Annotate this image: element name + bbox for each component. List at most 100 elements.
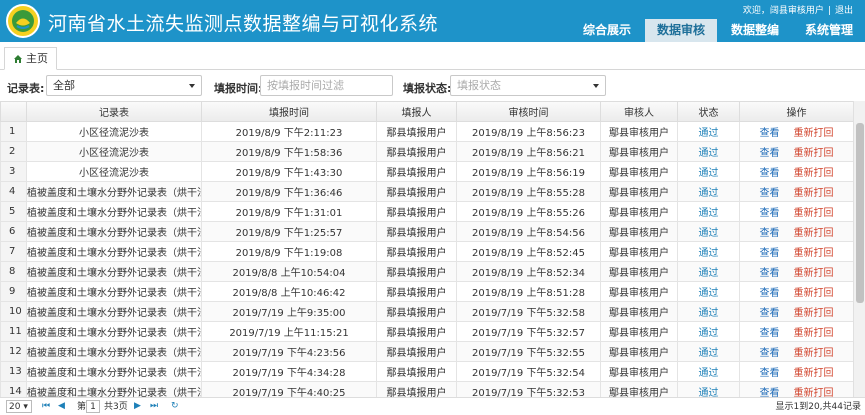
cell-actions: 查看 重新打回 <box>739 160 854 182</box>
last-page-icon[interactable]: ⏭ <box>150 401 158 411</box>
view-button[interactable]: 查看 <box>760 228 780 239</box>
tab-home[interactable]: 主页 <box>4 47 57 70</box>
cell-reviewer: 鄢县审核用户 <box>600 180 678 202</box>
cell-filler: 鄢县填报用户 <box>376 200 457 222</box>
cell-record: 植被盖度和土壤水分野外记录表（烘干法） <box>26 200 202 222</box>
reprint-button[interactable]: 重新打回 <box>794 188 834 199</box>
view-button[interactable]: 查看 <box>760 288 780 299</box>
first-page-icon[interactable]: ⏮ <box>42 401 50 411</box>
reprint-button[interactable]: 重新打回 <box>794 208 834 219</box>
vertical-scrollbar[interactable] <box>853 101 865 397</box>
col-header-filler[interactable]: 填报人 <box>376 102 457 122</box>
view-button[interactable]: 查看 <box>760 248 780 259</box>
exit-link[interactable]: 退出 <box>835 6 853 16</box>
nav-item-system-admin[interactable]: 系统管理 <box>793 19 865 42</box>
table-row[interactable]: 1 小区径流泥沙表 2019/8/9 下午2:11:23 鄢县填报用户 2019/8/1… <box>0 120 854 142</box>
cell-reviewer: 鄢县审核用户 <box>600 220 678 242</box>
fill-status-select[interactable]: 填报状态 <box>450 75 606 96</box>
view-button[interactable]: 查看 <box>760 168 780 179</box>
table-row[interactable]: 5 植被盖度和土壤水分野外记录表（烘干法） 2019/8/9 下午1:31:01 鄢县… <box>0 200 854 222</box>
next-page-icon[interactable]: ▶ <box>134 401 141 411</box>
cell-status: 通过 <box>677 140 740 162</box>
main-nav: 综合展示 数据审核 数据整编 系统管理 <box>569 19 865 42</box>
reprint-button[interactable]: 重新打回 <box>794 308 834 319</box>
prev-page-icon[interactable]: ◀ <box>58 401 65 411</box>
table-body: 1 小区径流泥沙表 2019/8/9 下午2:11:23 鄢县填报用户 2019/8/1… <box>0 120 854 398</box>
status-badge: 通过 <box>698 347 719 359</box>
col-header-record[interactable]: 记录表 <box>26 102 202 122</box>
view-button[interactable]: 查看 <box>760 188 780 199</box>
row-number: 9 <box>0 280 27 302</box>
record-table-select[interactable]: 全部 <box>46 75 202 96</box>
table-row[interactable]: 7 植被盖度和土壤水分野外记录表（烘干法） 2019/8/9 下午1:19:08 鄢县… <box>0 240 854 262</box>
cell-actions: 查看 重新打回 <box>739 220 854 242</box>
user-greeting: 欢迎，阔县审核用户 <box>742 6 824 16</box>
page-total: 共3页 <box>104 402 128 412</box>
table-row[interactable]: 3 小区径流泥沙表 2019/8/9 下午1:43:30 鄢县填报用户 2019/8/1… <box>0 160 854 182</box>
cell-status: 通过 <box>677 280 740 302</box>
row-number: 6 <box>0 220 27 242</box>
nav-item-data-compile[interactable]: 数据整编 <box>719 19 791 42</box>
col-header-review-time[interactable]: 审核时间 <box>456 102 601 122</box>
cell-status: 通过 <box>677 220 740 242</box>
table-row[interactable]: 10 植被盖度和土壤水分野外记录表（烘干法） 2019/7/19 上午9:35:00… <box>0 300 854 322</box>
col-header-status[interactable]: 状态 <box>677 102 740 122</box>
table-row[interactable]: 13 植被盖度和土壤水分野外记录表（烘干法） 2019/7/19 下午4:34:28… <box>0 360 854 382</box>
cell-record: 小区径流泥沙表 <box>26 120 202 142</box>
table-row[interactable]: 2 小区径流泥沙表 2019/8/9 下午1:58:36 鄢县填报用户 2019/8/1… <box>0 140 854 162</box>
cell-fill-time: 2019/8/9 下午1:43:30 <box>201 160 377 182</box>
cell-fill-time: 2019/7/19 下午4:40:25 <box>201 380 377 397</box>
nav-item-overview[interactable]: 综合展示 <box>571 19 643 42</box>
view-button[interactable]: 查看 <box>760 368 780 379</box>
reprint-button[interactable]: 重新打回 <box>794 148 834 159</box>
table-row[interactable]: 8 植被盖度和土壤水分野外记录表（烘干法） 2019/8/8 上午10:54:04 鄢… <box>0 260 854 282</box>
reprint-button[interactable]: 重新打回 <box>794 388 834 398</box>
cell-actions: 查看 重新打回 <box>739 340 854 362</box>
cell-actions: 查看 重新打回 <box>739 200 854 222</box>
reprint-button[interactable]: 重新打回 <box>794 268 834 279</box>
cell-status: 通过 <box>677 200 740 222</box>
cell-status: 通过 <box>677 180 740 202</box>
refresh-icon[interactable]: ↻ <box>171 401 179 411</box>
view-button[interactable]: 查看 <box>760 208 780 219</box>
fill-time-input[interactable]: 按填报时间过滤 <box>260 75 393 96</box>
col-header-fill-time[interactable]: 填报时间 <box>201 102 377 122</box>
reprint-button[interactable]: 重新打回 <box>794 288 834 299</box>
table-row[interactable]: 11 植被盖度和土壤水分野外记录表（烘干法） 2019/7/19 上午11:15:2… <box>0 320 854 342</box>
view-button[interactable]: 查看 <box>760 388 780 398</box>
col-header-rownum <box>0 102 27 122</box>
view-button[interactable]: 查看 <box>760 268 780 279</box>
reprint-button[interactable]: 重新打回 <box>794 328 834 339</box>
table-row[interactable]: 14 植被盖度和土壤水分野外记录表（烘干法） 2019/7/19 下午4:40:25… <box>0 380 854 398</box>
table-row[interactable]: 12 植被盖度和土壤水分野外记录表（烘干法） 2019/7/19 下午4:23:56… <box>0 340 854 362</box>
reprint-button[interactable]: 重新打回 <box>794 368 834 379</box>
table-row[interactable]: 4 植被盖度和土壤水分野外记录表（烘干法） 2019/8/9 下午1:36:46 鄢县… <box>0 180 854 202</box>
view-button[interactable]: 查看 <box>760 328 780 339</box>
page-size-select[interactable]: 20 ▾ <box>6 400 32 413</box>
table-row[interactable]: 9 植被盖度和土壤水分野外记录表（烘干法） 2019/8/8 上午10:46:42 鄢… <box>0 280 854 302</box>
cell-review-time: 2019/8/19 上午8:56:23 <box>456 120 601 142</box>
cell-review-time: 2019/8/19 上午8:52:34 <box>456 260 601 282</box>
reprint-button[interactable]: 重新打回 <box>794 168 834 179</box>
cell-filler: 鄢县填报用户 <box>376 340 457 362</box>
chevron-down-icon <box>593 84 599 88</box>
nav-item-data-review[interactable]: 数据审核 <box>644 19 717 42</box>
view-button[interactable]: 查看 <box>760 128 780 139</box>
cell-reviewer: 鄢县审核用户 <box>600 140 678 162</box>
reprint-button[interactable]: 重新打回 <box>794 128 834 139</box>
view-button[interactable]: 查看 <box>760 148 780 159</box>
view-button[interactable]: 查看 <box>760 348 780 359</box>
table-row[interactable]: 6 植被盖度和土壤水分野外记录表（烘干法） 2019/8/9 下午1:25:57 鄢县… <box>0 220 854 242</box>
reprint-button[interactable]: 重新打回 <box>794 348 834 359</box>
col-header-reviewer[interactable]: 审核人 <box>600 102 678 122</box>
page-number-input[interactable]: 1 <box>86 400 100 413</box>
row-number: 11 <box>0 320 27 342</box>
view-button[interactable]: 查看 <box>760 308 780 319</box>
cell-reviewer: 鄢县审核用户 <box>600 260 678 282</box>
record-table-label: 记录表: <box>7 82 45 95</box>
reprint-button[interactable]: 重新打回 <box>794 228 834 239</box>
tab-bar: 主页 <box>0 42 865 70</box>
scrollbar-thumb[interactable] <box>856 123 864 303</box>
cell-review-time: 2019/7/19 下午5:32:58 <box>456 300 601 322</box>
reprint-button[interactable]: 重新打回 <box>794 248 834 259</box>
